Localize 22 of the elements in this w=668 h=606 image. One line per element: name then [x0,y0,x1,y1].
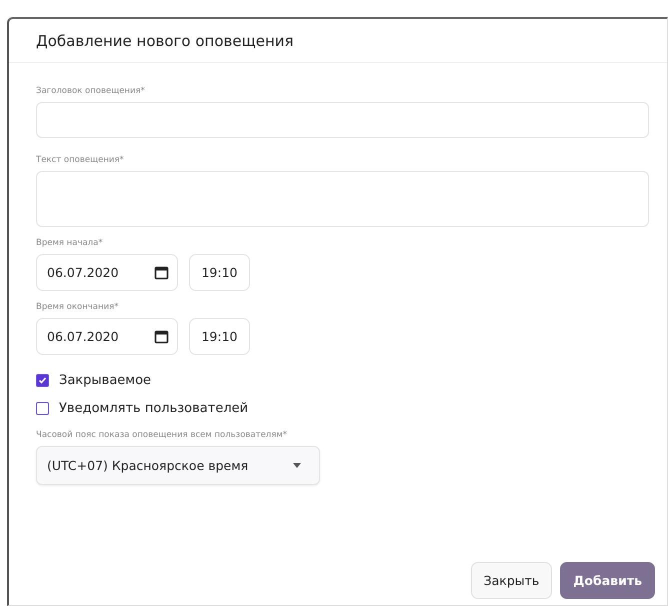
date-field[interactable]: 06.07.2020 [36,318,178,355]
caret-icon [293,463,301,468]
field-label: Время окончания* [36,302,120,312]
field-label: Заголовок оповещения* [36,86,146,96]
input-field[interactable] [36,102,649,138]
checkbox[interactable] [36,374,49,387]
checkbox-label: Уведомлять пользователей [59,401,248,416]
time-field[interactable]: 19:10 [189,318,250,355]
add-button[interactable]: Добавить [560,562,655,599]
field-label: Текст оповещения* [36,155,125,165]
date-field[interactable]: 06.07.2020 [36,254,178,291]
timezone-select[interactable]: (UTC+07) Красноярское время [36,446,320,485]
checkbox-label: Закрываемое [59,373,152,388]
field-label: Время начала* [36,238,104,248]
calendar-icon[interactable] [154,265,169,280]
field-label: Часовой пояс показа оповещения всем пользователям* [36,430,288,440]
dialog-title: Добавление нового оповещения [36,32,294,50]
time-field[interactable]: 19:10 [189,254,250,291]
calendar-icon[interactable] [154,329,169,344]
checkbox[interactable] [36,402,49,415]
checkmark-icon [38,376,47,385]
close-button[interactable]: Закрыть [470,562,552,599]
